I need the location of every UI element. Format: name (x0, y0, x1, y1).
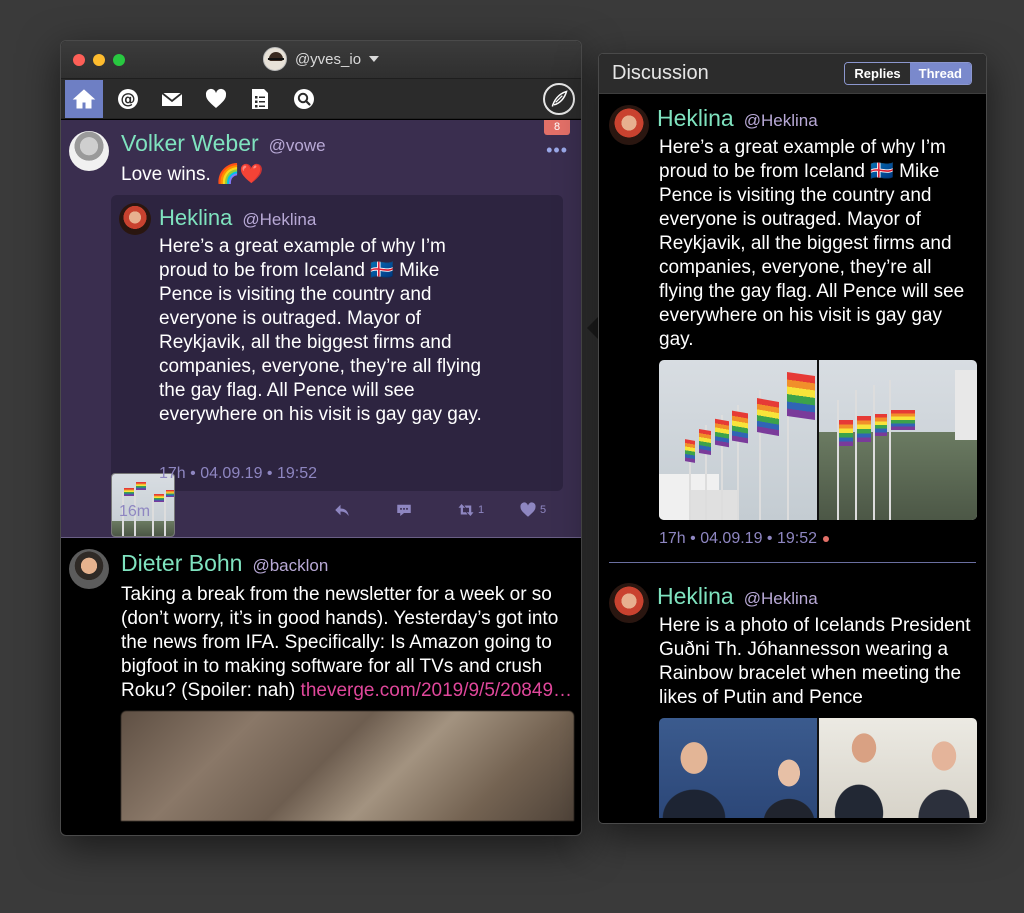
discussion-panel: Discussion Replies Thread Heklina @Hekli… (598, 53, 987, 824)
like-count: 5 (540, 504, 547, 516)
author-name[interactable]: Heklina (657, 583, 734, 610)
timeline-post-selected[interactable]: 8 ••• Volker Weber @vowe Love wins. 🌈❤️ … (61, 120, 581, 538)
author-name[interactable]: Dieter Bohn (121, 550, 242, 577)
tab-favorites[interactable] (197, 80, 235, 118)
discussion-title: Discussion (612, 62, 709, 84)
discussion-header: Discussion Replies Thread (599, 54, 986, 94)
author-name[interactable]: Heklina (657, 105, 734, 132)
unread-indicator-dot (823, 536, 829, 542)
favorites-icon (205, 88, 227, 108)
discussion-segmented-control: Replies Thread (844, 62, 972, 85)
tab-messages[interactable] (153, 80, 191, 118)
avatar[interactable] (69, 131, 109, 171)
post-media-image[interactable] (121, 711, 574, 821)
author-row: Dieter Bohn @backlon (121, 550, 571, 577)
lists-icon (252, 88, 268, 109)
quoted-author-row: Heklina @Heklina (159, 205, 553, 231)
post-text: Love wins. 🌈❤️ (121, 164, 264, 185)
chevron-down-icon (369, 56, 380, 62)
heart-icon (520, 502, 536, 517)
thread-post[interactable]: Heklina @Heklina Here is a photo of Icel… (599, 573, 986, 823)
quoted-author-name[interactable]: Heklina (159, 205, 232, 231)
tab-lists[interactable] (241, 80, 279, 118)
home-icon (72, 88, 96, 108)
avatar[interactable] (609, 583, 649, 623)
quoted-tweet[interactable]: Heklina @Heklina Here’s a great example … (111, 195, 563, 537)
post-link[interactable]: theverge.com/2019/9/5/20849… (301, 680, 572, 701)
author-handle[interactable]: @Heklina (744, 111, 818, 131)
like-button[interactable]: 5 (519, 501, 581, 519)
window-controls (73, 54, 125, 66)
main-window: @yves_io @ 8 ••• Volker Weber @vowe Love… (60, 40, 582, 836)
author-row: Heklina @Heklina (657, 583, 976, 610)
avatar[interactable] (119, 203, 151, 235)
tab-search[interactable] (285, 80, 323, 118)
author-handle[interactable]: @Heklina (744, 589, 818, 609)
reply-button[interactable] (333, 501, 395, 519)
zoom-window-button[interactable] (113, 54, 125, 66)
account-handle: @yves_io (294, 50, 362, 68)
author-handle[interactable]: @backlon (252, 556, 328, 576)
thread-post[interactable]: Heklina @Heklina Here’s a great example … (599, 95, 986, 573)
post-text: Here is a photo of Icelands President Gu… (659, 615, 971, 708)
quoted-text: Here’s a great example of why I’m proud … (159, 236, 482, 425)
segment-replies[interactable]: Replies (845, 63, 910, 84)
post-body: Dieter Bohn @backlon Taking a break from… (121, 550, 573, 703)
post-timestamp: 17h • 04.09.19 • 19:52 (659, 530, 817, 547)
media-image[interactable] (819, 718, 977, 818)
retweet-count: 1 (478, 504, 485, 516)
post-text: Taking a break from the newsletter for a… (121, 583, 573, 703)
segment-thread[interactable]: Thread (909, 63, 971, 84)
media-image[interactable] (659, 360, 817, 520)
author-row: Volker Weber @vowe (121, 130, 571, 157)
account-avatar (262, 47, 287, 71)
unread-count-badge: 8 (544, 120, 570, 135)
retweet-icon (458, 504, 474, 516)
post-time: 16m (119, 503, 151, 520)
tab-mentions[interactable]: @ (109, 80, 147, 118)
retweet-button[interactable]: 1 (457, 501, 519, 519)
close-window-button[interactable] (73, 54, 85, 66)
minimize-window-button[interactable] (93, 54, 105, 66)
discussion-thread[interactable]: Heklina @Heklina Here’s a great example … (599, 95, 986, 823)
account-switcher[interactable]: @yves_io (262, 47, 380, 71)
post-text: Here’s a great example of why I’m proud … (659, 137, 965, 350)
mentions-icon: @ (118, 88, 138, 109)
post-actions: 16m 1 5 (71, 499, 571, 523)
post-media-gallery[interactable] (659, 718, 977, 818)
timeline-post[interactable]: Dieter Bohn @backlon Taking a break from… (61, 538, 581, 833)
avatar[interactable] (69, 549, 109, 589)
avatar[interactable] (609, 105, 649, 145)
quoted-author-handle[interactable]: @Heklina (242, 210, 316, 230)
thread-divider (609, 562, 976, 563)
author-name[interactable]: Volker Weber (121, 130, 259, 157)
author-row: Heklina @Heklina (657, 105, 976, 132)
tab-home[interactable] (65, 79, 103, 118)
author-handle[interactable]: @vowe (269, 136, 326, 156)
timeline[interactable]: 8 ••• Volker Weber @vowe Love wins. 🌈❤️ … (61, 120, 581, 835)
post-body: Volker Weber @vowe Love wins. 🌈❤️ Heklin… (111, 130, 571, 537)
post-media-gallery[interactable] (659, 360, 977, 520)
compose-feather-icon (551, 90, 568, 107)
search-icon (294, 88, 314, 109)
quoted-timestamp: 17h • 04.09.19 • 19:52 (159, 465, 317, 482)
svg-text:@: @ (121, 90, 136, 108)
compose-button[interactable] (543, 83, 575, 115)
quote-button[interactable] (395, 501, 457, 519)
post-meta: 17h • 04.09.19 • 19:52 (659, 530, 976, 548)
title-bar: @yves_io (61, 41, 581, 79)
reply-icon (335, 504, 349, 516)
action-buttons: 1 5 (333, 501, 581, 519)
messages-icon (161, 91, 183, 106)
toolbar: @ (61, 79, 581, 119)
quote-bubble-icon (397, 504, 411, 516)
media-image[interactable] (819, 360, 977, 520)
media-image[interactable] (659, 718, 817, 818)
more-options-icon[interactable]: ••• (546, 140, 568, 161)
